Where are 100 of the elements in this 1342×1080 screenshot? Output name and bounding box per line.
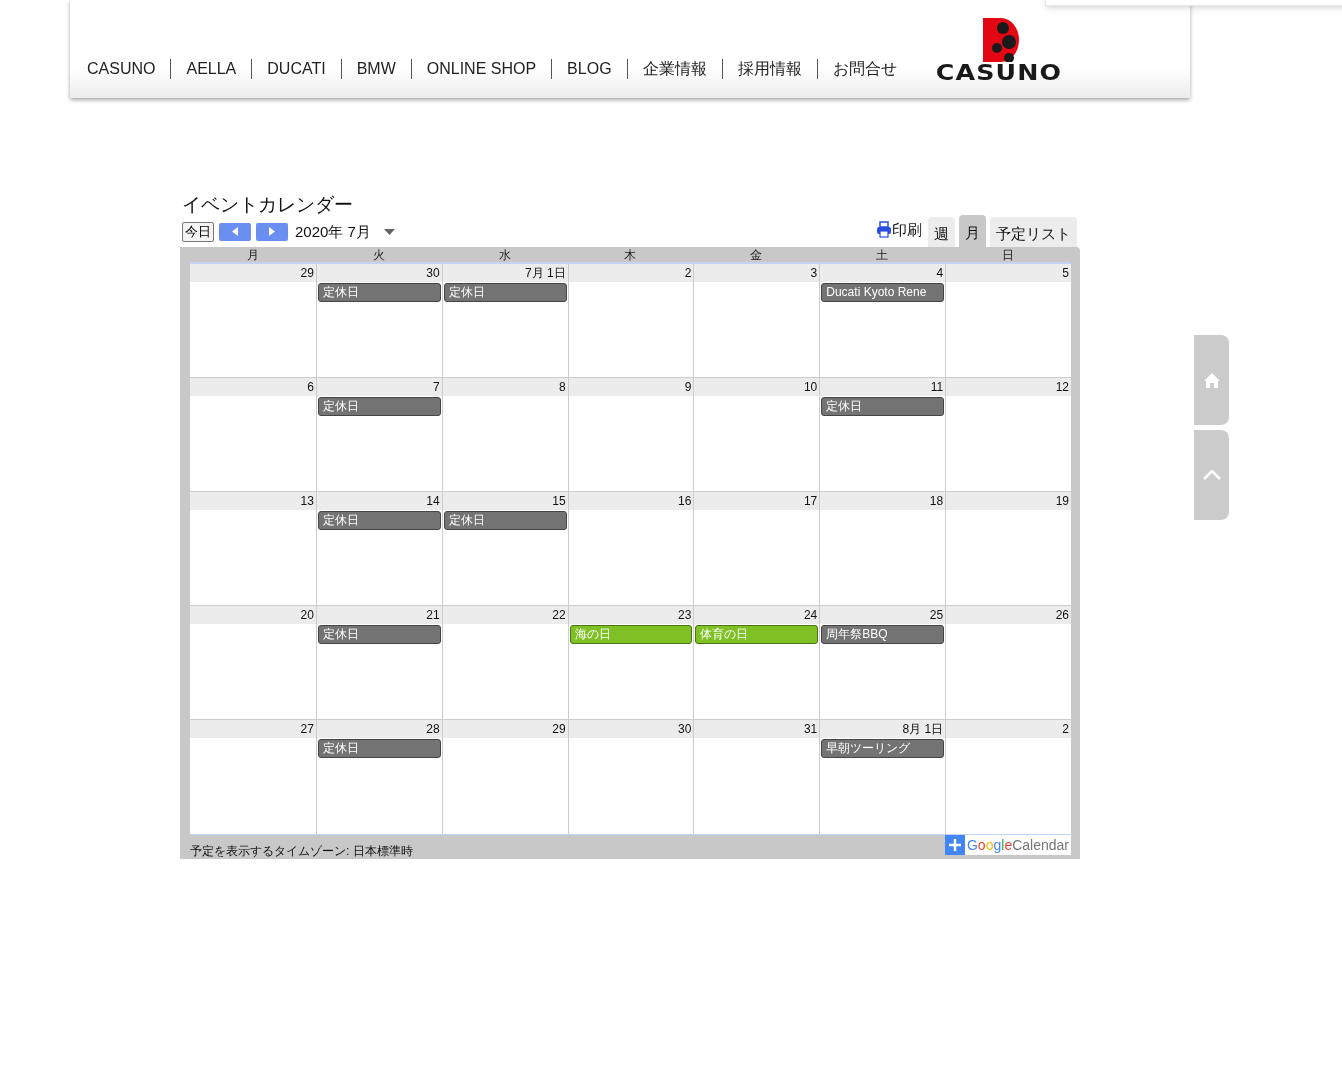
day-cell[interactable]: 26 (945, 606, 1071, 719)
day-cell[interactable]: 8月 1日 早朝ツーリング (819, 720, 946, 834)
date-label: 9 (568, 378, 694, 396)
timezone-note: 予定を表示するタイムゾーン: 日本標準時 (190, 844, 413, 859)
date-label: 13 (190, 492, 316, 510)
day-cell[interactable]: 25 周年祭BBQ (819, 606, 946, 719)
day-cell[interactable]: 7 定休日 (315, 378, 442, 491)
event-chip[interactable]: 定休日 (317, 739, 441, 758)
date-label: 6 (190, 378, 316, 396)
weekday-header: 土 (875, 247, 890, 263)
view-tab[interactable]: 週 (928, 217, 955, 247)
dropdown-caret-icon[interactable] (383, 228, 395, 235)
date-label: 27 (190, 720, 316, 738)
today-button[interactable]: 今日 (182, 221, 214, 242)
day-cell[interactable]: 13 (190, 492, 316, 605)
day-cell[interactable]: 10 (693, 378, 820, 491)
day-cell[interactable]: 15 定休日 (441, 492, 568, 605)
day-cell[interactable]: 21 定休日 (315, 606, 442, 719)
event-chip[interactable]: 早朝ツーリング (821, 739, 945, 758)
home-side-button[interactable] (1194, 335, 1229, 425)
nav-link[interactable]: DUCATI (252, 57, 341, 81)
day-cell[interactable]: 29 (441, 720, 568, 834)
day-cell[interactable]: 3 (693, 264, 820, 377)
day-cell[interactable]: 27 (190, 720, 316, 834)
nav-link[interactable]: AELLA (171, 57, 252, 81)
date-label: 12 (946, 378, 1071, 396)
weekday-header: 金 (749, 247, 764, 263)
day-cell[interactable]: 6 (190, 378, 316, 491)
date-label: 20 (190, 606, 316, 624)
event-chip[interactable]: 周年祭BBQ (821, 625, 945, 644)
chevron-up-icon (1202, 470, 1221, 480)
date-label: 23 (568, 606, 694, 624)
weekday-header: 月 (245, 247, 260, 263)
date-label: 30 (568, 720, 694, 738)
day-cell[interactable]: 16 (567, 492, 694, 605)
event-chip[interactable]: 定休日 (443, 283, 567, 302)
event-chip[interactable]: Ducati Kyoto Rene (821, 283, 945, 302)
day-cell[interactable]: 5 (945, 264, 1071, 377)
day-cell[interactable]: 14 定休日 (315, 492, 442, 605)
day-cell[interactable]: 18 (819, 492, 946, 605)
weekday-header: 火 (371, 247, 386, 263)
nav-link[interactable]: お問合せ (817, 57, 912, 81)
day-cell[interactable]: 31 (693, 720, 820, 834)
day-cell[interactable]: 4 Ducati Kyoto Rene (819, 264, 946, 377)
date-label: 15 (442, 492, 568, 510)
day-cell[interactable]: 24 体育の日 (693, 606, 820, 719)
date-label: 26 (946, 606, 1071, 624)
previous-button[interactable] (219, 222, 251, 241)
logo-wordmark[interactable]: CASUNO (935, 62, 1062, 84)
date-label: 7月 1日 (442, 264, 568, 282)
date-label: 14 (316, 492, 442, 510)
event-chip[interactable]: 定休日 (317, 397, 441, 416)
nav-link[interactable]: 企業情報 (627, 57, 722, 81)
date-label: 22 (442, 606, 568, 624)
day-cell[interactable]: 2 (945, 720, 1071, 834)
day-cell[interactable]: 12 (945, 378, 1071, 491)
date-label: 11 (820, 378, 946, 396)
event-chip[interactable]: 定休日 (317, 625, 441, 644)
date-label: 2 (946, 720, 1071, 738)
day-cell[interactable]: 8 (441, 378, 568, 491)
nav-link[interactable]: BMW (341, 57, 411, 81)
day-cell[interactable]: 19 (945, 492, 1071, 605)
next-button[interactable] (256, 222, 288, 241)
print-button[interactable]: 印刷 (876, 218, 922, 247)
day-cell[interactable]: 30 定休日 (315, 264, 442, 377)
nav-link[interactable]: 採用情報 (722, 57, 817, 81)
date-label: 18 (820, 492, 946, 510)
day-cell[interactable]: 9 (567, 378, 694, 491)
date-label: 21 (316, 606, 442, 624)
view-tab[interactable]: 予定リスト (990, 217, 1077, 247)
date-label: 16 (568, 492, 694, 510)
day-cell[interactable]: 17 (693, 492, 820, 605)
event-chip[interactable]: 定休日 (317, 283, 441, 302)
view-tab[interactable]: 月 (959, 215, 986, 247)
nav-link[interactable]: BLOG (552, 57, 627, 81)
date-label: 10 (694, 378, 820, 396)
day-cell[interactable]: 29 (190, 264, 316, 377)
day-cell[interactable]: 11 定休日 (819, 378, 946, 491)
nav-link[interactable]: ONLINE SHOP (411, 57, 552, 81)
day-cell[interactable]: 2 (567, 264, 694, 377)
date-label: 2 (568, 264, 694, 282)
event-chip[interactable]: 定休日 (821, 397, 945, 416)
date-label: 29 (190, 264, 316, 282)
scroll-top-button[interactable] (1194, 430, 1229, 520)
day-cell[interactable]: 28 定休日 (315, 720, 442, 834)
date-label: 29 (442, 720, 568, 738)
day-cell[interactable]: 22 (441, 606, 568, 719)
nav-link[interactable]: CASUNO (87, 57, 171, 81)
day-cell[interactable]: 20 (190, 606, 316, 719)
date-label: 24 (694, 606, 820, 624)
date-label: 7 (316, 378, 442, 396)
event-chip[interactable]: 定休日 (443, 511, 567, 530)
day-cell[interactable]: 7月 1日 定休日 (441, 264, 568, 377)
day-cell[interactable]: 23 海の日 (567, 606, 694, 719)
date-label: 19 (946, 492, 1071, 510)
event-chip[interactable]: 定休日 (317, 511, 441, 530)
google-calendar-badge[interactable]: GoogleCalendar (944, 835, 1071, 855)
right-arrow-icon (269, 227, 275, 237)
day-cell[interactable]: 30 (567, 720, 694, 834)
date-label: 25 (820, 606, 946, 624)
